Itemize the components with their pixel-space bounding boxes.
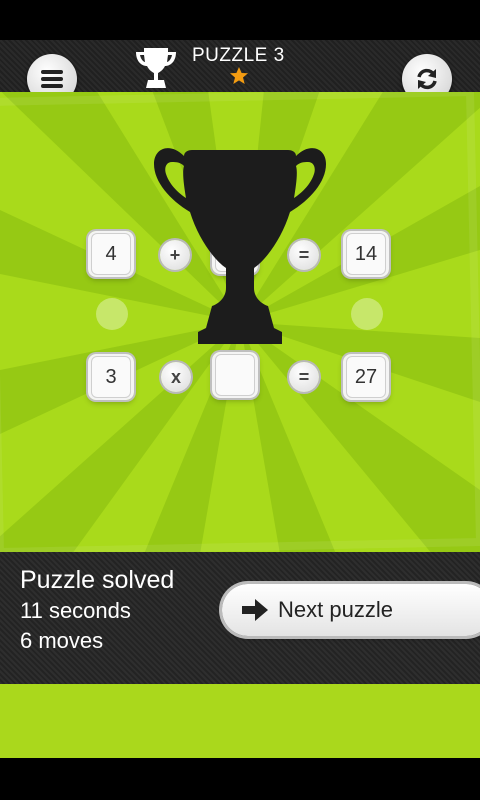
result-moves: 6 moves [20, 628, 104, 653]
result-panel: Puzzle solved 11 seconds 6 moves Next pu… [0, 552, 480, 684]
result-time: 11 seconds [20, 598, 131, 623]
hamburger-menu-icon [41, 70, 63, 88]
number-tile[interactable]: 3 [88, 354, 134, 400]
result-title: Puzzle solved [20, 566, 175, 594]
operator-equals[interactable]: = [289, 362, 319, 392]
next-puzzle-button[interactable]: Next puzzle [222, 584, 480, 636]
number-tile[interactable]: 27 [343, 354, 389, 400]
number-tile[interactable]: 4 [88, 231, 134, 277]
refresh-icon [417, 68, 437, 90]
navigation-bar [0, 758, 480, 800]
puzzle-title: PUZZLE 3 [192, 45, 285, 66]
number-tile-center-bottom[interactable] [212, 352, 258, 398]
trophy-silhouette-icon [154, 148, 326, 344]
operator-multiply[interactable]: x [161, 362, 191, 392]
empty-slot[interactable] [351, 298, 383, 330]
status-bar [0, 0, 480, 40]
star-icon [230, 67, 248, 84]
arrow-right-icon [242, 599, 268, 621]
bottom-area [0, 684, 480, 758]
trophy-icon [136, 48, 176, 88]
number-tile[interactable]: 14 [343, 231, 389, 277]
next-puzzle-label: Next puzzle [278, 597, 393, 622]
empty-slot[interactable] [96, 298, 128, 330]
